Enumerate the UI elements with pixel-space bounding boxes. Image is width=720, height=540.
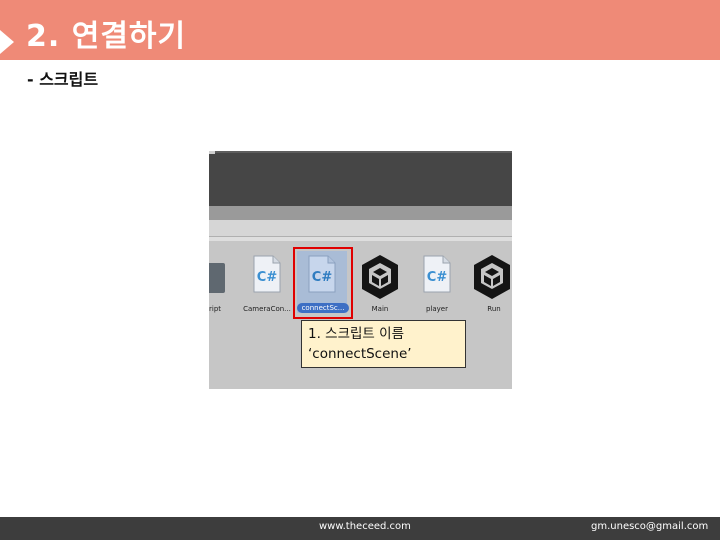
panel-tab	[209, 151, 215, 154]
asset-label-player: player	[425, 305, 448, 313]
unity-scene-icon[interactable]	[471, 253, 512, 301]
svg-text:C#: C#	[257, 270, 278, 285]
callout-box: 1. 스크립트 이름 ‘connectScene’	[301, 320, 466, 368]
panel-separator	[209, 206, 512, 220]
footer-email: gm.unesco@gmail.com	[591, 521, 709, 532]
asset-label-cameracon: CameraCon...	[243, 305, 291, 313]
asset-label-main: Main	[371, 305, 389, 313]
title-bar: 2. 연결하기	[0, 0, 720, 60]
highlight-box	[293, 247, 353, 319]
footer-website: www.theceed.com	[319, 521, 411, 532]
footer-bar: www.theceed.com gm.unesco@gmail.com	[0, 517, 720, 540]
unity-project-screenshot: ript C# CameraCon... C# connectSc... Mai…	[209, 151, 512, 389]
project-toolbar-shadow	[209, 237, 512, 241]
slide-subtitle: - 스크립트	[27, 70, 99, 89]
asset-label-run: Run	[487, 305, 501, 313]
callout-line-2: ‘connectScene’	[308, 346, 412, 362]
title-notch	[0, 30, 14, 54]
csharp-file-icon[interactable]: C#	[422, 255, 452, 293]
scene-view-area	[209, 151, 512, 206]
csharp-file-icon[interactable]: C#	[252, 255, 282, 293]
callout-line-1: 1. 스크립트 이름	[308, 326, 404, 342]
scene-view-border	[209, 151, 512, 153]
asset-label-folder: ript	[209, 305, 222, 313]
folder-icon[interactable]	[209, 263, 225, 293]
svg-text:C#: C#	[427, 270, 448, 285]
slide-title: 2. 연결하기	[26, 19, 187, 54]
unity-scene-icon[interactable]	[359, 253, 401, 301]
project-toolbar	[209, 220, 512, 237]
